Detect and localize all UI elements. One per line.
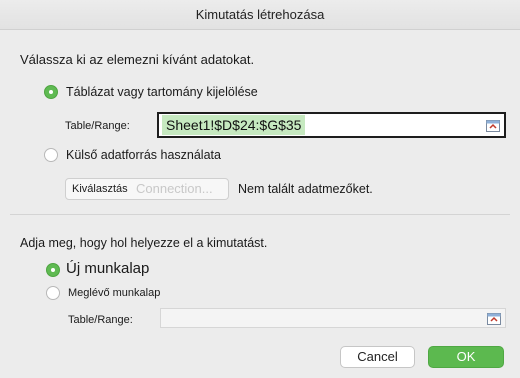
radio-external-source[interactable] [44,148,58,162]
destination-range-label: Table/Range: [68,314,133,326]
table-range-value: Sheet1!$D$24:$G$35 [162,115,306,135]
destination-heading: Adja meg, hogy hol helyezze el a kimutat… [20,236,268,250]
ok-button[interactable]: OK [428,346,504,368]
table-range-field[interactable]: Sheet1!$D$24:$G$35 [157,112,506,138]
choose-connection-button[interactable]: Kiválasztás Connection... [65,178,229,200]
cancel-button[interactable]: Cancel [340,346,415,368]
radio-new-sheet-label[interactable]: Új munkalap [66,260,149,277]
radio-table-range-label[interactable]: Táblázat vagy tartomány kijelölése [66,85,258,99]
radio-table-range[interactable] [44,85,58,99]
choose-button-label: Kiválasztás [72,183,128,195]
source-heading: Válassza ki az elemezni kívánt adatokat. [20,52,255,67]
table-range-label: Table/Range: [65,120,130,132]
radio-external-source-label[interactable]: Külső adatforrás használata [66,148,221,162]
dialog-title: Kimutatás létrehozása [0,0,520,30]
connection-ghost-label: Connection... [136,181,213,196]
no-fields-text: Nem talált adatmezőket. [238,182,373,196]
section-divider [10,214,510,215]
destination-range-field[interactable] [160,308,506,328]
radio-existing-sheet[interactable] [46,286,60,300]
radio-new-sheet[interactable] [46,263,60,277]
radio-existing-sheet-label[interactable]: Meglévő munkalap [68,287,160,299]
destination-range-picker-icon[interactable] [487,312,501,325]
range-picker-icon[interactable] [486,119,500,132]
